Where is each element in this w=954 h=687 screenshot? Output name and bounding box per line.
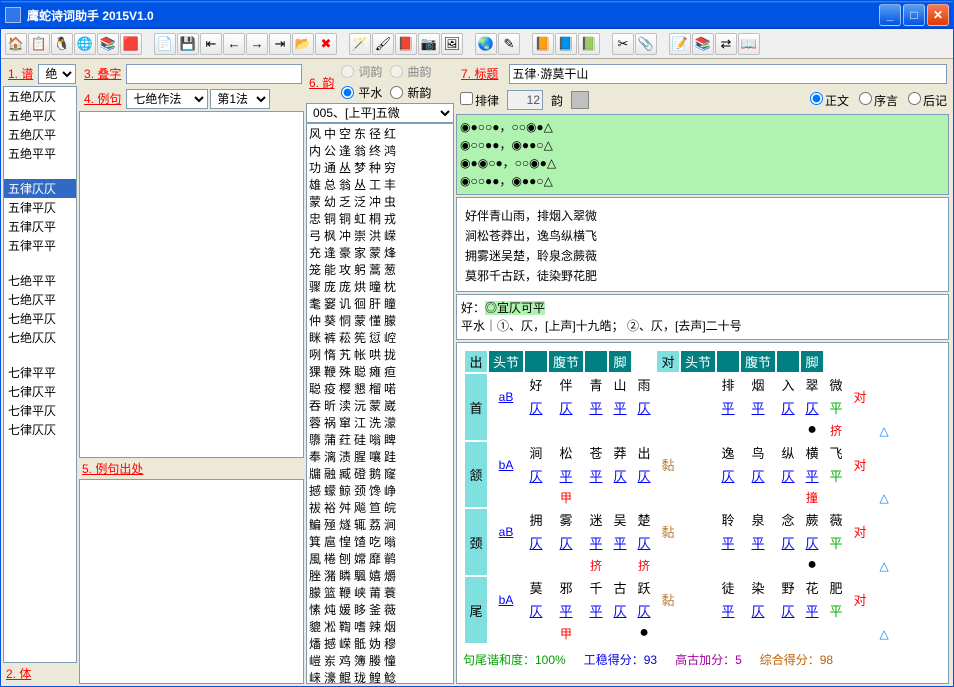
list-item[interactable]: 七律平平: [4, 363, 76, 382]
list-item[interactable]: 七绝仄平: [4, 290, 76, 309]
list-item[interactable]: 七律平仄: [4, 401, 76, 420]
nav-last-icon[interactable]: ⇥: [269, 33, 291, 55]
rhyme-ping[interactable]: 平水: [339, 84, 382, 101]
list-item[interactable]: 五绝平仄: [4, 106, 76, 125]
label-5: 5. 例句出处: [79, 458, 304, 479]
pattern-list[interactable]: 五绝仄仄五绝平仄五绝仄平五绝平平 五律仄仄五律平仄五律仄平五律平平 七绝平平七绝…: [3, 86, 77, 663]
title-input[interactable]: [509, 64, 947, 84]
list-item[interactable]: 五律仄仄: [4, 179, 76, 198]
sect-zw[interactable]: 正文: [808, 92, 849, 109]
tool1-icon[interactable]: ✂: [612, 33, 634, 55]
poem-text[interactable]: 好伴青山雨，排烟入翠微涧松苍莽出，逸鸟纵横飞 拥雾迷吴楚，聆泉念蕨薇莫邪千古跃，…: [456, 197, 949, 292]
delete-icon[interactable]: ✖: [315, 33, 337, 55]
brush-icon[interactable]: 🖌: [372, 33, 394, 55]
globe-icon[interactable]: 🌐: [74, 33, 96, 55]
pu-select[interactable]: 绝1: [38, 64, 76, 84]
book-icon[interactable]: 📕: [395, 33, 417, 55]
tool2-icon[interactable]: 📎: [635, 33, 657, 55]
tool6-icon[interactable]: 📖: [738, 33, 760, 55]
list-item[interactable]: 七律仄仄: [4, 420, 76, 439]
nav-first-icon[interactable]: ⇤: [200, 33, 222, 55]
yun-label: 韵: [551, 92, 563, 109]
tool4-icon[interactable]: 📚: [692, 33, 714, 55]
doc-icon[interactable]: 📄: [154, 33, 176, 55]
list-item[interactable]: 七绝平仄: [4, 309, 76, 328]
sect-hj[interactable]: 后记: [906, 92, 947, 109]
list-item[interactable]: 五律平平: [4, 236, 76, 255]
home-icon[interactable]: 🏠: [5, 33, 27, 55]
toolbar: 🏠 📋 🐧 🌐 📚 🟥 📄 💾 ⇤ ← → ⇥ 📂 ✖ 🪄 🖌 📕 📷 🖼 🌏 …: [1, 29, 953, 59]
analysis-box[interactable]: 出头节腹节脚对头节腹节脚首aB好伴青山雨排烟入翠微对仄仄平平仄平平仄仄平●挤△颔…: [456, 342, 949, 684]
rhyme-qu[interactable]: 曲韵: [388, 63, 431, 80]
books-icon[interactable]: 📚: [97, 33, 119, 55]
label-3: 3. 叠字: [81, 63, 124, 84]
minimize-button[interactable]: _: [879, 4, 901, 26]
camera-icon[interactable]: 📷: [418, 33, 440, 55]
sect-xy[interactable]: 序言: [857, 92, 898, 109]
window-title: 鹰蛇诗词助手 2015V1.0: [27, 7, 154, 24]
list-item[interactable]: 五绝平平: [4, 144, 76, 163]
label-6: 6. 韵: [306, 72, 337, 93]
tool3-icon[interactable]: 📝: [669, 33, 691, 55]
list-item: [4, 347, 76, 363]
color-icon[interactable]: 🟥: [120, 33, 142, 55]
tool5-icon[interactable]: ⇄: [715, 33, 737, 55]
label-2: 2. 体: [3, 663, 77, 684]
lib3-icon[interactable]: 📗: [578, 33, 600, 55]
save-icon[interactable]: 💾: [177, 33, 199, 55]
list-item[interactable]: 五绝仄仄: [4, 87, 76, 106]
rhyme-ci[interactable]: 词韵: [339, 63, 382, 80]
label-4: 4. 例句: [81, 88, 124, 109]
list-item[interactable]: 五绝仄平: [4, 125, 76, 144]
lib1-icon[interactable]: 📙: [532, 33, 554, 55]
list-item[interactable]: 七绝平平: [4, 271, 76, 290]
num-input: [507, 90, 543, 110]
open-icon[interactable]: 📂: [292, 33, 314, 55]
list-item[interactable]: 五律平仄: [4, 198, 76, 217]
diezi-input[interactable]: [126, 64, 302, 84]
note-icon[interactable]: 📋: [28, 33, 50, 55]
lib2-icon[interactable]: 📘: [555, 33, 577, 55]
method-select2[interactable]: 第1法: [210, 89, 270, 109]
wand-icon[interactable]: 🪄: [349, 33, 371, 55]
list-item: [4, 163, 76, 179]
pailu-check[interactable]: 排律: [458, 92, 499, 109]
preview-icon[interactable]: 🖼: [441, 33, 463, 55]
nav-next-icon[interactable]: →: [246, 33, 268, 55]
app-icon: [5, 7, 21, 23]
close-button[interactable]: ✕: [927, 4, 949, 26]
web-icon[interactable]: 🌏: [475, 33, 497, 55]
check-box: 好：◎宜仄可平 平水｜①、仄，[上声]十九皓； ②、仄，[去声]二十号: [456, 294, 949, 340]
maximize-button[interactable]: □: [903, 4, 925, 26]
list-item[interactable]: 七律仄平: [4, 382, 76, 401]
titlebar: 鹰蛇诗词助手 2015V1.0 _ □ ✕: [1, 1, 953, 29]
label-1: 1. 谱: [5, 63, 36, 84]
label-7: 7. 标题: [458, 63, 501, 84]
pattern-box: ◉●○○●，○○◉●△ ◉○○●●，◉●●○△ ◉●◉○●，○○◉●△ ◉○○●…: [456, 114, 949, 195]
qq-icon[interactable]: 🐧: [51, 33, 73, 55]
method-select1[interactable]: 七绝作法: [126, 89, 208, 109]
edit-icon[interactable]: ✎: [498, 33, 520, 55]
list-item: [4, 255, 76, 271]
list-item[interactable]: 五律仄平: [4, 217, 76, 236]
example-area[interactable]: [79, 111, 304, 458]
source-area[interactable]: [79, 479, 304, 684]
rhyme-chars[interactable]: 风中空东径红 内公逢翁终鸿 功通丛梦种穷 雄总翁丛工丰 蒙幼乏泛冲虫 忠铜铜虹桐…: [306, 123, 454, 684]
rhyme-xin[interactable]: 新韵: [388, 84, 431, 101]
list-item[interactable]: 七绝仄仄: [4, 328, 76, 347]
grey-button[interactable]: [571, 91, 589, 109]
nav-prev-icon[interactable]: ←: [223, 33, 245, 55]
rhyme-dropdown[interactable]: 005、[上平]五微: [306, 103, 454, 123]
